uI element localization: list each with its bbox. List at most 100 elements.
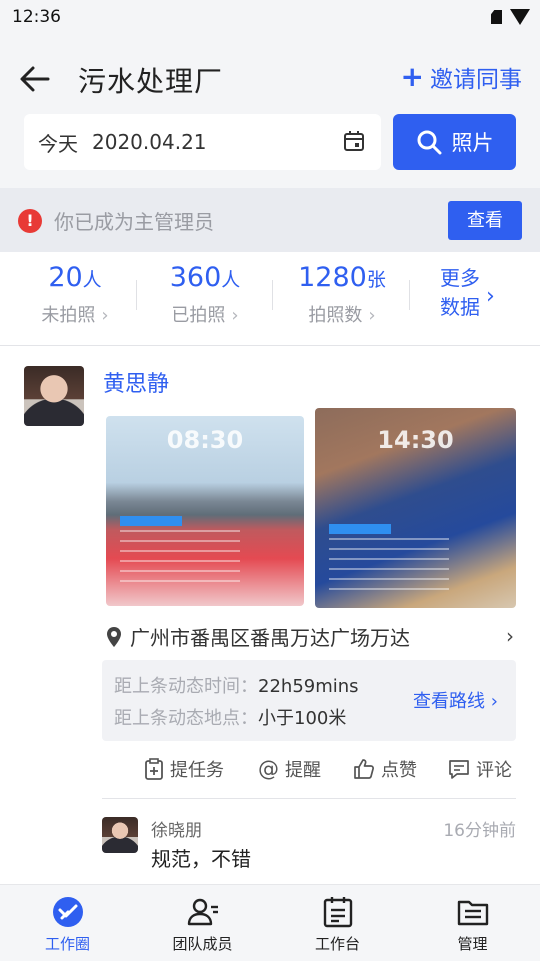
stat-value: 1280 — [298, 262, 367, 293]
stat-label: 拍照数 — [308, 305, 363, 326]
assign-task-label: 提任务 — [170, 760, 224, 781]
route-place-label: 距上条动态地点： — [114, 708, 258, 729]
invite-colleague-label: 邀请同事 — [430, 67, 522, 93]
comment-time: 16分钟前 — [443, 821, 516, 841]
stat-value: 20 — [48, 262, 83, 293]
post-photo[interactable]: 08:30 — [106, 416, 304, 606]
chevron-right-icon: › — [486, 284, 495, 309]
tab-label: 管理 — [457, 935, 488, 953]
tab-work-circle[interactable]: 工作圈 — [0, 885, 135, 961]
poster-name[interactable]: 黄思静 — [103, 366, 169, 398]
route-info: 距上条动态时间：22h59mins 距上条动态地点：小于100米 查看路线 › — [102, 660, 516, 741]
stat-label: 已拍照 — [171, 305, 226, 326]
stat-photo-count[interactable]: 1280张 拍照数 › — [282, 262, 402, 327]
stat-unit: 张 — [366, 269, 386, 291]
stat-photographed[interactable]: 360人 已拍照 › — [145, 262, 265, 327]
assign-task-button[interactable]: 提任务 — [144, 756, 224, 782]
notice-text: 你已成为主管理员 — [54, 210, 214, 234]
signal-icon — [510, 9, 530, 25]
chevron-right-icon: › — [231, 305, 239, 326]
like-label: 点赞 — [381, 760, 417, 781]
at-sign-icon: @ — [258, 757, 279, 781]
photo-watermark-tag — [120, 516, 182, 526]
work-circle-icon — [52, 897, 83, 927]
date-value: 2020.04.21 — [92, 130, 207, 154]
stat-value: 360 — [169, 262, 222, 293]
photo-time: 08:30 — [166, 426, 244, 454]
photo-time: 14:30 — [377, 426, 454, 454]
comment-button[interactable]: 评论 — [448, 756, 512, 782]
comment-text: 规范，不错 — [151, 847, 251, 871]
photo-watermark-text — [120, 530, 240, 590]
stat-unit: 人 — [82, 269, 102, 291]
sim-card-icon — [491, 10, 502, 24]
comment-icon — [449, 760, 469, 779]
thumbs-up-icon — [354, 759, 374, 779]
notice-bar: ! 你已成为主管理员 查看 — [0, 188, 540, 252]
post-photo[interactable]: 14:30 — [315, 408, 516, 608]
view-route-link[interactable]: 查看路线 › — [413, 687, 498, 713]
date-picker[interactable]: 今天 2020.04.21 — [24, 114, 381, 170]
comment-author[interactable]: 徐晓朋 — [151, 816, 202, 841]
avatar[interactable] — [24, 366, 84, 426]
avatar-image — [102, 817, 138, 853]
divider — [136, 280, 137, 310]
more-data-link[interactable]: 更多 数据 — [440, 264, 510, 322]
route-time-label: 距上条动态时间： — [114, 676, 258, 697]
date-prefix: 今天 — [38, 131, 78, 156]
manage-icon — [457, 900, 488, 926]
workbench-icon — [323, 897, 352, 928]
location-text: 广州市番禺区番禺万达广场万达 — [130, 626, 410, 650]
more-data-line1: 更多 — [440, 266, 480, 290]
stat-not-photographed[interactable]: 20人 未拍照 › — [15, 262, 135, 327]
chevron-right-icon: › — [506, 624, 514, 648]
stats-row: 20人 未拍照 › 360人 已拍照 › 1280张 拍照数 › 更多 数据 › — [0, 252, 540, 346]
invite-colleague-button[interactable]: + 邀请同事 — [401, 60, 522, 94]
search-icon — [417, 130, 441, 155]
more-data-line2: 数据 — [440, 295, 480, 319]
tab-label: 工作圈 — [44, 935, 90, 953]
divider — [102, 798, 516, 799]
tab-label: 工作台 — [314, 935, 360, 953]
task-icon — [145, 758, 163, 780]
comment-avatar[interactable] — [102, 817, 138, 853]
remind-label: 提醒 — [285, 760, 321, 781]
post-location[interactable]: 广州市番禺区番禺万达广场万达 › — [106, 622, 516, 652]
status-icons — [491, 9, 530, 25]
photo-button-label: 照片 — [451, 131, 494, 155]
divider — [272, 280, 273, 310]
status-time: 12:36 — [12, 7, 61, 27]
divider — [409, 280, 410, 310]
post-actions: 提任务 @ 提醒 点赞 评论 — [102, 756, 516, 796]
avatar-image — [24, 366, 84, 426]
chevron-right-icon: › — [368, 305, 376, 326]
alert-icon: ! — [18, 209, 42, 233]
bottom-tab-bar: 工作圈 团队成员 工作台 管理 — [0, 884, 540, 961]
location-pin-icon — [107, 627, 121, 647]
chevron-right-icon: › — [101, 305, 109, 326]
tab-workbench[interactable]: 工作台 — [270, 885, 405, 961]
back-arrow-icon[interactable] — [18, 62, 52, 96]
route-place-value: 小于100米 — [258, 708, 347, 729]
feed: 黄思静 08:30 14:30 广州市番禺区番禺万达广场万达 › 距上条动态时间… — [0, 346, 540, 884]
view-route-label: 查看路线 — [413, 691, 485, 712]
route-time-row: 距上条动态时间：22h59mins — [114, 672, 359, 698]
remind-button[interactable]: @ 提醒 — [258, 756, 321, 782]
page-title: 污水处理厂 — [78, 65, 224, 98]
calendar-icon[interactable] — [343, 130, 365, 152]
status-bar: 12:36 — [0, 0, 540, 36]
notice-view-button[interactable]: 查看 — [448, 201, 522, 240]
plus-icon: + — [400, 60, 424, 93]
stat-label: 未拍照 — [41, 305, 96, 326]
tab-team-members[interactable]: 团队成员 — [135, 885, 270, 961]
route-time-value: 22h59mins — [258, 676, 359, 697]
photo-watermark-text — [329, 538, 449, 598]
header: 污水处理厂 + 邀请同事 今天 2020.04.21 照片 — [0, 36, 540, 188]
like-button[interactable]: 点赞 — [353, 756, 417, 782]
comment-label: 评论 — [476, 760, 512, 781]
photo-search-button[interactable]: 照片 — [393, 114, 516, 170]
tab-label: 团队成员 — [172, 935, 233, 953]
tab-manage[interactable]: 管理 — [405, 885, 540, 961]
route-place-row: 距上条动态地点：小于100米 — [114, 704, 346, 730]
photo-watermark-tag — [329, 524, 391, 534]
